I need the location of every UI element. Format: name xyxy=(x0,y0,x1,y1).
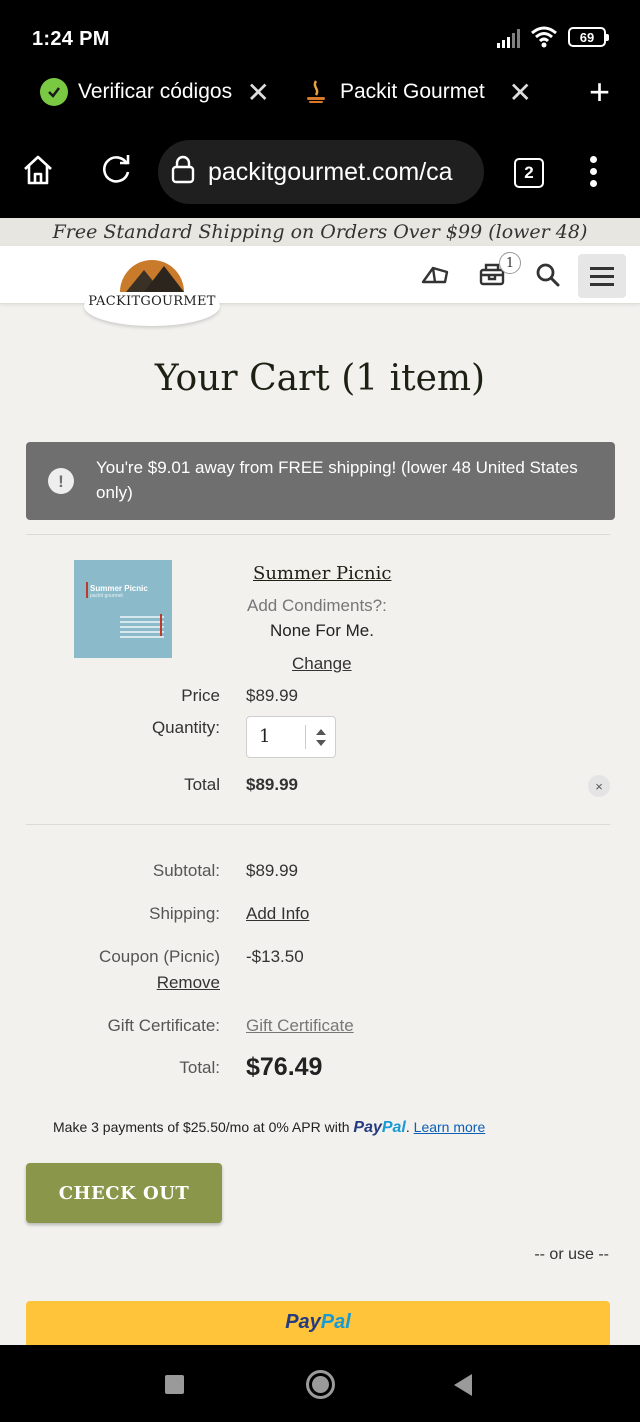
signal-icon xyxy=(497,26,520,48)
cart-count-badge: 1 xyxy=(499,252,521,274)
change-option-link[interactable]: Change xyxy=(292,654,352,674)
new-tab-button[interactable]: + xyxy=(589,74,610,110)
status-icons: 69 xyxy=(497,26,609,48)
url-text: packitgourmet.com/ca xyxy=(208,157,453,186)
price-value: $89.99 xyxy=(246,686,298,705)
grand-total-value: $76.49 xyxy=(246,1053,323,1081)
product-thumbnail[interactable]: Summer Picnic packit gourmet xyxy=(74,560,172,658)
web-page: Free Standard Shipping on Orders Over $9… xyxy=(0,218,640,1345)
tab-count: 2 xyxy=(524,163,534,182)
address-bar[interactable]: packitgourmet.com/ca xyxy=(158,140,484,204)
checkout-button[interactable]: CHECK OUT xyxy=(26,1163,222,1223)
remove-coupon-link[interactable]: Remove xyxy=(157,973,220,993)
option-value: None For Me. xyxy=(270,621,374,640)
tab-title: Packit Gourmet - xyxy=(340,80,490,103)
paypal-logo: PayPal xyxy=(353,1119,406,1136)
tab-title: Verificar códigos xyxy=(78,80,233,103)
tent-icon[interactable] xyxy=(420,262,450,291)
search-icon[interactable] xyxy=(535,262,561,293)
price-label: Price xyxy=(181,686,220,705)
gift-certificate-link[interactable]: Gift Certificate xyxy=(246,1016,354,1036)
status-bar: 1:24 PM 69 xyxy=(0,0,640,62)
tab-packit-gourmet[interactable]: Packit Gourmet - ✕ xyxy=(302,72,532,112)
site-header: PACKITGOURMET 1 xyxy=(0,246,640,326)
status-time: 1:24 PM xyxy=(32,28,110,50)
paypal-paylater-message: Make 3 payments of $25.50/mo at 0% APR w… xyxy=(53,1119,486,1136)
lock-icon xyxy=(170,154,196,191)
product-name-link[interactable]: Summer Picnic xyxy=(253,563,391,584)
tab-verificar[interactable]: Verificar códigos ✕ xyxy=(40,72,270,112)
decrement-arrow-icon[interactable] xyxy=(316,740,326,746)
promo-banner: Free Standard Shipping on Orders Over $9… xyxy=(0,218,640,246)
more-options-icon[interactable] xyxy=(590,156,597,187)
menu-icon[interactable] xyxy=(578,254,626,298)
close-tab-icon[interactable]: ✕ xyxy=(509,76,532,109)
browser-tabs: Verificar códigos ✕ Packit Gourmet - ✕ + xyxy=(0,62,640,122)
logo-text: PACKITGOURMET xyxy=(88,294,216,309)
option-label: Add Condiments?: xyxy=(247,596,387,615)
battery-icon: 69 xyxy=(568,27,609,47)
divider xyxy=(26,824,610,825)
free-shipping-alert: ! You're $9.01 away from FREE shipping! … xyxy=(26,442,615,520)
learn-more-link[interactable]: Learn more xyxy=(414,1119,486,1135)
increment-arrow-icon[interactable] xyxy=(316,729,326,735)
home-nav-icon[interactable] xyxy=(306,1370,335,1399)
or-use-text: -- or use -- xyxy=(534,1246,609,1263)
battery-level: 69 xyxy=(579,29,595,45)
close-tab-icon[interactable]: ✕ xyxy=(247,76,270,109)
reload-icon[interactable] xyxy=(100,152,134,191)
page-title: Your Cart (1 item) xyxy=(154,358,486,399)
campfire-icon xyxy=(302,78,330,106)
home-icon[interactable] xyxy=(20,152,56,193)
quantity-stepper[interactable]: 1 xyxy=(246,716,336,758)
tab-switcher-button[interactable]: 2 xyxy=(514,158,544,188)
site-logo[interactable]: PACKITGOURMET xyxy=(84,256,220,326)
subtotal-label: Subtotal: xyxy=(152,861,220,880)
wifi-icon xyxy=(531,26,557,48)
divider xyxy=(26,534,610,535)
recents-icon[interactable] xyxy=(165,1375,184,1394)
paypal-button[interactable]: Pay Pal xyxy=(26,1301,610,1345)
alert-text: You're $9.01 away from FREE shipping! (l… xyxy=(96,458,578,502)
quantity-value: 1 xyxy=(259,726,271,747)
shipping-add-info-link[interactable]: Add Info xyxy=(246,904,309,924)
remove-item-icon[interactable]: × xyxy=(588,775,610,797)
subtotal-value: $89.99 xyxy=(246,861,298,880)
coupon-label: Coupon (Picnic) xyxy=(99,947,220,966)
item-total-value: $89.99 xyxy=(246,775,298,794)
exclamation-icon: ! xyxy=(48,468,74,494)
gift-certificate-label: Gift Certificate: xyxy=(107,1016,220,1035)
shipping-label: Shipping: xyxy=(149,904,220,923)
check-circle-icon xyxy=(40,78,68,106)
quantity-label: Quantity: xyxy=(151,718,220,737)
coupon-value: -$13.50 xyxy=(246,947,304,966)
system-navigation-bar xyxy=(0,1345,640,1422)
back-icon[interactable] xyxy=(454,1374,472,1396)
item-total-label: Total xyxy=(184,775,220,794)
grand-total-label: Total: xyxy=(179,1058,220,1077)
browser-toolbar: packitgourmet.com/ca 2 xyxy=(0,122,640,218)
